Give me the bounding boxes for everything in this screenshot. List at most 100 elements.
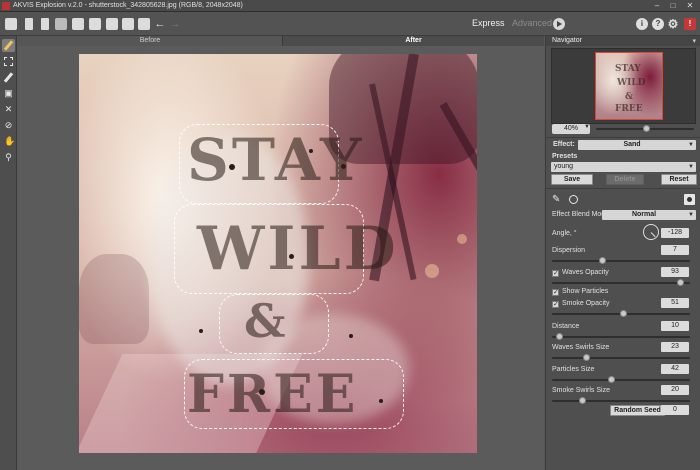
particle — [349, 334, 353, 338]
print-icon — [55, 18, 67, 30]
smoke-opacity-value[interactable]: 51 — [661, 298, 689, 308]
advanced-mode-tab[interactable]: Advanced — [512, 18, 552, 28]
maximize-button[interactable]: □ — [666, 1, 680, 11]
settings-tool-button[interactable] — [137, 17, 151, 31]
print-button[interactable] — [54, 17, 68, 31]
preview-button[interactable] — [105, 17, 119, 31]
waves-opacity-slider[interactable] — [552, 282, 690, 284]
zoom-dropdown-icon[interactable]: ▼ — [584, 122, 590, 132]
effect-label: Effect: — [553, 141, 575, 148]
navigator-view-frame[interactable] — [595, 52, 663, 120]
batch-button[interactable] — [71, 17, 85, 31]
random-seed-button[interactable]: Random Seed — [610, 405, 665, 416]
hand-tool[interactable]: ✋ — [2, 135, 15, 148]
tab-before[interactable]: Before — [18, 36, 283, 46]
minimize-button[interactable]: – — [650, 1, 664, 11]
save-preset-button[interactable]: Save — [551, 174, 593, 185]
eraser-icon — [3, 72, 14, 83]
canvas-word: STAY — [187, 126, 365, 194]
dispersion-slider-knob[interactable] — [598, 257, 606, 264]
smoke-swirls-slider-knob[interactable] — [578, 397, 586, 404]
undo-button[interactable]: ← — [153, 17, 167, 31]
app-logo-icon — [2, 2, 10, 10]
license-icon[interactable]: ! — [684, 18, 696, 30]
smoke-swirls-slider[interactable] — [552, 400, 690, 402]
smoke-opacity-slider-knob[interactable] — [620, 310, 628, 317]
fill-tool[interactable]: ▣ — [2, 87, 15, 100]
presets-select[interactable]: young ▼ — [551, 162, 696, 172]
waves-swirls-label: Waves Swirls Size — [552, 344, 610, 351]
reset-preset-button[interactable]: Reset — [661, 174, 697, 185]
photo-preview[interactable]: STAY WILD & FREE — [79, 54, 477, 453]
random-seed-value[interactable]: 0 — [661, 405, 689, 415]
bokeh-light — [425, 264, 439, 278]
effect-select[interactable]: Sand ▼ — [578, 140, 696, 150]
preset-value: young — [554, 163, 574, 170]
dispersion-slider[interactable] — [552, 260, 690, 262]
texture-button[interactable] — [568, 194, 579, 205]
share-button[interactable] — [88, 17, 102, 31]
distance-slider-knob[interactable] — [556, 333, 564, 340]
eyedropper-tool[interactable]: ⊘ — [2, 119, 15, 132]
redo-button[interactable]: → — [168, 17, 182, 31]
blend-mode-select[interactable]: Normal ▼ — [602, 210, 696, 220]
share-icon — [89, 18, 101, 30]
waves-opacity-value[interactable]: 93 — [661, 267, 689, 277]
particles-size-slider-knob[interactable] — [608, 376, 616, 383]
open-button[interactable] — [22, 17, 36, 31]
angle-dial[interactable] — [643, 224, 659, 240]
tab-after[interactable]: After — [283, 36, 544, 46]
smoke-swirls-label: Smoke Swirls Size — [552, 387, 610, 394]
bokeh-light — [457, 234, 467, 244]
distance-label: Distance — [552, 323, 580, 330]
particle — [289, 254, 294, 259]
particle — [379, 399, 383, 403]
close-window-button[interactable]: ✕ — [683, 1, 697, 11]
collapse-icon[interactable]: ▾ — [692, 37, 696, 45]
waves-swirls-slider-knob[interactable] — [582, 354, 590, 361]
delete-preset-button[interactable]: Delete — [606, 174, 644, 185]
check-button[interactable] — [121, 17, 135, 31]
express-mode-tab[interactable]: Express — [472, 18, 505, 28]
angle-label: Angle, ° — [552, 230, 577, 237]
smoke-swirls-value[interactable]: 20 — [661, 385, 689, 395]
brush-tool[interactable] — [2, 39, 15, 52]
brush-settings-button[interactable]: ✎ — [552, 194, 563, 205]
navigator-preview[interactable]: STAY WILD & FREE — [551, 48, 696, 124]
waves-swirls-value[interactable]: 23 — [661, 342, 689, 352]
hand-icon: ✋ — [4, 136, 16, 146]
save-button[interactable] — [38, 17, 52, 31]
waves-opacity-slider-knob[interactable] — [676, 279, 684, 286]
eraser-tool[interactable] — [2, 71, 15, 84]
particles-size-value[interactable]: 42 — [661, 364, 689, 374]
transform-tool[interactable]: ✕ — [2, 103, 15, 116]
tools-panel: ▣ ✕ ⊘ ✋ ⚲ — [0, 36, 17, 470]
run-icon[interactable] — [553, 18, 565, 30]
open-icon — [25, 18, 33, 30]
home-button[interactable] — [4, 17, 18, 31]
zoom-slider-knob[interactable] — [643, 125, 650, 132]
gear-icon[interactable]: ⚙ — [667, 18, 679, 30]
waves-swirls-slider[interactable] — [552, 357, 690, 359]
particles-button[interactable] — [684, 194, 695, 205]
particle — [229, 164, 235, 170]
image-canvas[interactable]: STAY WILD & FREE — [18, 46, 544, 470]
selection-tool[interactable] — [2, 55, 15, 68]
distance-value[interactable]: 10 — [661, 321, 689, 331]
waves-opacity-checkbox[interactable] — [552, 269, 559, 277]
dispersion-value[interactable]: 7 — [661, 245, 689, 255]
batch-icon — [72, 18, 84, 30]
help-icon[interactable]: ? — [652, 18, 664, 30]
divider — [546, 137, 700, 138]
particles-size-slider[interactable] — [552, 379, 690, 381]
smoke-opacity-checkbox[interactable] — [552, 300, 559, 308]
zoom-tool[interactable]: ⚲ — [2, 151, 15, 164]
spiral-icon — [569, 195, 578, 204]
info-icon[interactable]: i — [636, 18, 648, 30]
show-particles-checkbox[interactable] — [552, 288, 559, 296]
angle-value[interactable]: -128 — [661, 228, 689, 238]
chevron-down-icon: ▼ — [688, 142, 694, 148]
distance-slider[interactable] — [552, 336, 690, 338]
selection-icon — [4, 57, 13, 66]
undo-icon: ← — [154, 18, 166, 30]
